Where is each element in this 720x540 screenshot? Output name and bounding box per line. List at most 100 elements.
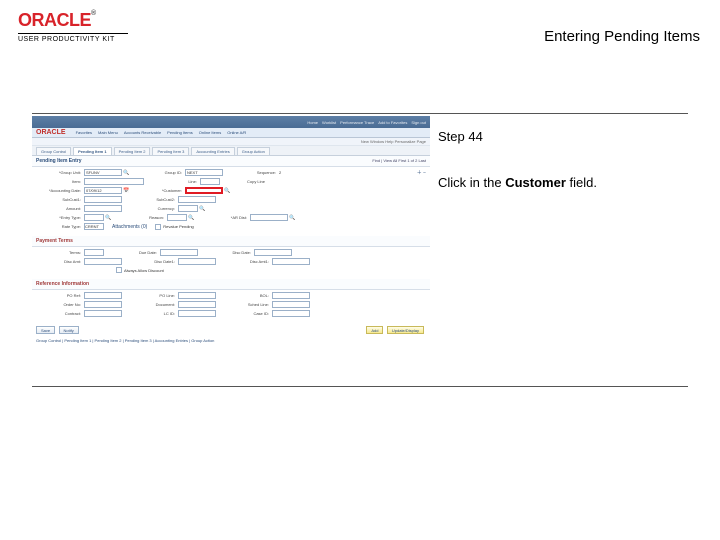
tab-accounting-entries[interactable]: Accounting Entries: [191, 147, 234, 155]
save-button[interactable]: Save: [36, 326, 55, 334]
revalue-pending-checkbox[interactable]: [155, 224, 161, 230]
label-acct-date: *Accounting Date:: [36, 188, 84, 193]
label-terms: Terms:: [36, 250, 84, 255]
lc-id-input[interactable]: [178, 310, 216, 317]
section-title-text: Pending Item Entry: [36, 158, 82, 164]
document-input[interactable]: [178, 301, 216, 308]
lookup-icon[interactable]: 🔍: [199, 206, 205, 212]
add-button[interactable]: Add: [366, 326, 383, 334]
topbar-link[interactable]: Home: [307, 120, 318, 125]
app-screenshot: Home Worklist Performance Trace Add to F…: [32, 116, 430, 384]
tab-pending-item-2[interactable]: Pending Item 2: [114, 147, 151, 155]
instruction-text: Click in the Customer field.: [438, 174, 597, 192]
label-item: Item:: [36, 179, 84, 184]
label-rate-type: Rate Type:: [36, 224, 84, 229]
tab-pending-item-1[interactable]: Pending Item 1: [73, 147, 111, 155]
menu-item[interactable]: Favorites: [76, 130, 92, 135]
footer-buttons: Save Notify Add Update/Display: [32, 323, 430, 337]
customer-input[interactable]: [185, 187, 223, 194]
topbar-link[interactable]: Worklist: [322, 120, 336, 125]
tab-group-control[interactable]: Group Control: [36, 147, 71, 155]
amount-input[interactable]: [84, 205, 122, 212]
topbar-link[interactable]: Add to Favorites: [378, 120, 407, 125]
disc-date-input[interactable]: [254, 249, 292, 256]
due-date-input[interactable]: [160, 249, 198, 256]
terms-input[interactable]: [84, 249, 104, 256]
group-id-input[interactable]: NEXT: [185, 169, 223, 176]
bol-input[interactable]: [272, 292, 310, 299]
upk-subtitle: USER PRODUCTIVITY KIT: [18, 36, 128, 43]
subcust1-input[interactable]: [84, 196, 122, 203]
label-allow-discount: Always Allow Discount: [124, 268, 164, 273]
screenshot-bottom-rule: [32, 386, 688, 387]
lookup-icon[interactable]: 🔍: [105, 215, 111, 221]
brand-logo-block: ORACLE® USER PRODUCTIVITY KIT: [18, 10, 128, 43]
lookup-icon[interactable]: 🔍: [224, 188, 230, 194]
page-utilities[interactable]: New Window Help Personalize Page: [32, 138, 430, 146]
topbar-link[interactable]: Sign out: [411, 120, 426, 125]
label-amount: Amount:: [36, 206, 84, 211]
allow-discount-checkbox[interactable]: [116, 267, 122, 273]
screenshot-top-rule: [32, 113, 688, 114]
label-group-unit: *Group Unit:: [36, 170, 84, 175]
disc-date1-input[interactable]: [178, 258, 216, 265]
tab-pending-item-3[interactable]: Pending Item 3: [152, 147, 189, 155]
order-no-input[interactable]: [84, 301, 122, 308]
record-nav-tools[interactable]: Find | View All First 1 of 2 Last: [372, 158, 426, 163]
po-line-input[interactable]: [178, 292, 216, 299]
lookup-icon[interactable]: 🔍: [289, 215, 295, 221]
update-display-button[interactable]: Update/Display: [387, 326, 424, 334]
label-disc-date1: Disc Date1:: [130, 259, 178, 264]
tab-group-action[interactable]: Group Action: [237, 147, 270, 155]
disc-amt-input[interactable]: [84, 258, 122, 265]
label-ar-dist: *AR Dist:: [202, 215, 250, 220]
subcust2-input[interactable]: [178, 196, 216, 203]
menu-item[interactable]: Pending Items: [167, 130, 193, 135]
label-po-ref: PO Ref:: [36, 293, 84, 298]
lookup-icon[interactable]: 🔍: [188, 215, 194, 221]
payment-terms-form: Terms: Due Date: Disc Date: Disc Amt: Di…: [32, 247, 430, 279]
sched-line-input[interactable]: [272, 301, 310, 308]
attachments-link[interactable]: Attachments (0): [112, 224, 147, 230]
label-contract: Contract:: [36, 311, 84, 316]
topbar-link[interactable]: Performance Trace: [340, 120, 374, 125]
ar-dist-input[interactable]: [250, 214, 288, 221]
label-customer: *Customer:: [137, 188, 185, 193]
label-document: Document:: [130, 302, 178, 307]
document-title: Entering Pending Items: [544, 28, 700, 45]
reason-input[interactable]: [167, 214, 187, 221]
instruction-panel: Step 44 Click in the Customer field.: [438, 128, 597, 192]
label-subcust1: SubCust1:: [36, 197, 84, 202]
menu-item[interactable]: Main Menu: [98, 130, 118, 135]
group-unit-input[interactable]: SFUNV: [84, 169, 122, 176]
label-subcust2: SubCust2:: [130, 197, 178, 202]
trademark-symbol: ®: [91, 10, 96, 17]
po-ref-input[interactable]: [84, 292, 122, 299]
oracle-wordmark: ORACLE®: [18, 10, 128, 31]
rate-type-input[interactable]: CRRNT: [84, 223, 104, 230]
add-row-icon[interactable]: ＋ −: [417, 169, 426, 176]
calendar-icon[interactable]: 📅: [123, 188, 129, 194]
bottom-tab-links[interactable]: Group Control | Pending Item 1 | Pending…: [32, 337, 430, 346]
group-unit-value: SFUNV: [85, 170, 100, 175]
currency-input[interactable]: [178, 205, 198, 212]
section-pending-item-entry: Pending Item Entry Find | View All First…: [32, 156, 430, 167]
menu-item[interactable]: Online Items: [199, 130, 221, 135]
lookup-icon[interactable]: 🔍: [123, 170, 129, 176]
notify-button[interactable]: Notify: [59, 326, 79, 334]
contract-input[interactable]: [84, 310, 122, 317]
entry-type-input[interactable]: [84, 214, 104, 221]
disc-amt1-input[interactable]: [272, 258, 310, 265]
sequence-value: 2: [279, 170, 299, 175]
menu-item[interactable]: Online A/R: [227, 130, 246, 135]
tab-strip: Group Control Pending Item 1 Pending Ite…: [32, 146, 430, 156]
label-group-id: Group ID:: [137, 170, 185, 175]
reference-info-form: PO Ref: PO Line: BOL: Order No: Document…: [32, 290, 430, 323]
item-input[interactable]: [84, 178, 144, 185]
step-number: Step 44: [438, 128, 597, 146]
menu-item[interactable]: Accounts Receivable: [124, 130, 161, 135]
acct-date-input[interactable]: 07/09/12: [84, 187, 122, 194]
label-case-id: Case ID:: [224, 311, 272, 316]
line-input[interactable]: [200, 178, 220, 185]
case-id-input[interactable]: [272, 310, 310, 317]
